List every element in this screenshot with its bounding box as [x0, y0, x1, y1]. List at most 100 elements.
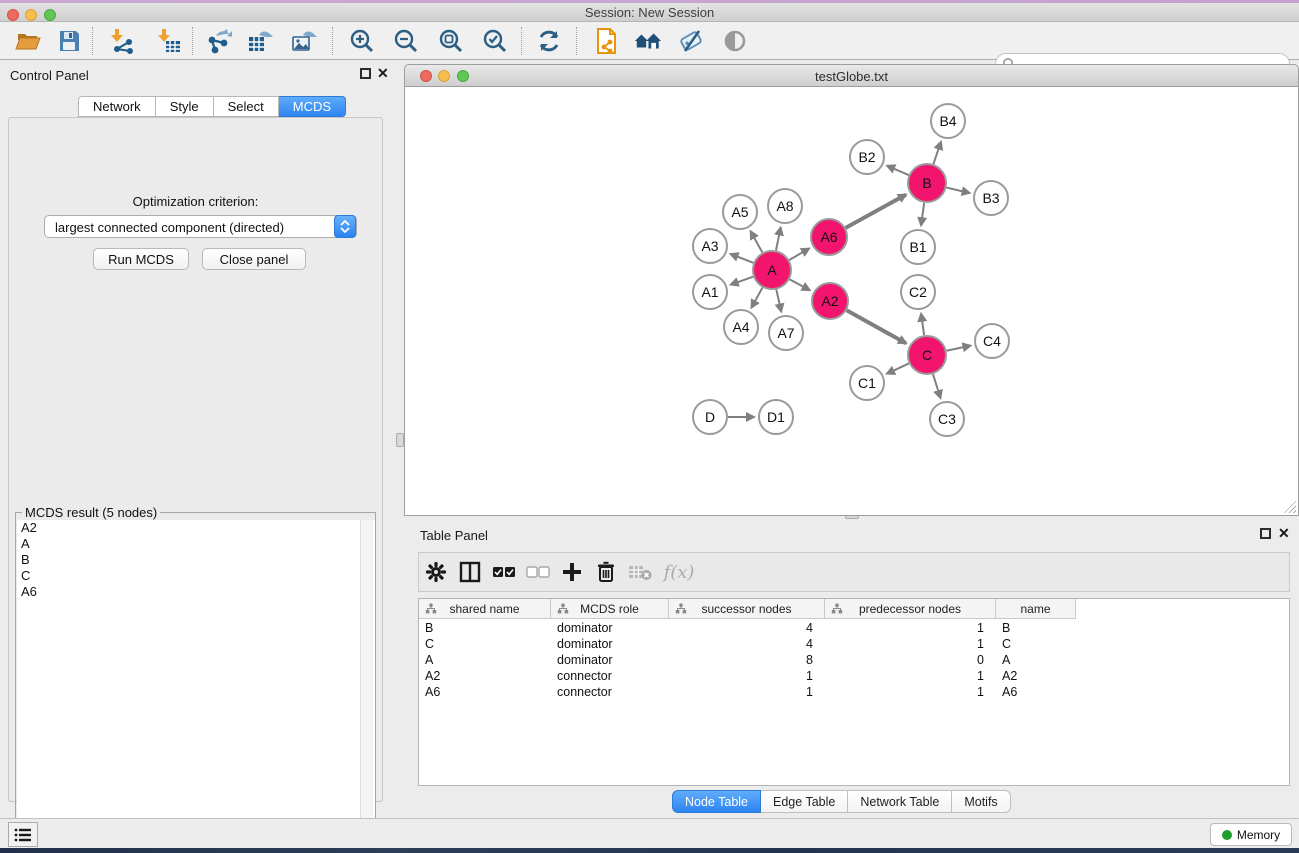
result-list-item[interactable]: C	[17, 568, 375, 584]
graph-node-label-B: B	[922, 175, 931, 191]
mcds-result-title: MCDS result (5 nodes)	[22, 505, 160, 520]
cell-successor-nodes: 1	[669, 684, 813, 700]
table-row[interactable]: Adominator80A	[419, 652, 1076, 668]
graph-edge-C-C3[interactable]	[933, 374, 940, 398]
tab-network-table[interactable]: Network Table	[848, 790, 952, 813]
result-list-item[interactable]: A	[17, 536, 375, 552]
tab-network[interactable]: Network	[78, 96, 156, 117]
cell-name: B	[1002, 620, 1072, 636]
table-row[interactable]: A2connector11A2	[419, 668, 1076, 684]
task-history-button[interactable]	[8, 822, 38, 847]
graph-edge-C-C4[interactable]	[947, 346, 971, 351]
control-panel-header: Control Panel ✕	[0, 60, 390, 90]
graph-edge-A-A3[interactable]	[731, 254, 754, 263]
tab-node-table[interactable]: Node Table	[672, 790, 761, 813]
result-list-item[interactable]: A6	[17, 584, 375, 600]
deselect-all-checkboxes-icon[interactable]	[521, 557, 555, 587]
graph-edge-A-A7[interactable]	[776, 290, 781, 312]
graph-node-label-C3: C3	[938, 411, 956, 427]
memory-button[interactable]: Memory	[1210, 823, 1292, 846]
column-label: shared name	[449, 602, 519, 616]
zoom-in-icon[interactable]	[348, 27, 376, 55]
import-network-icon[interactable]	[108, 27, 136, 55]
tab-mcds[interactable]: MCDS	[279, 96, 346, 117]
close-panel-button[interactable]: Close panel	[202, 248, 306, 270]
table-row[interactable]: A6connector11A6	[419, 684, 1076, 700]
column-namespace-icon	[831, 603, 843, 615]
graph-node-label-D1: D1	[767, 409, 785, 425]
cell-successor-nodes: 1	[669, 668, 813, 684]
vertical-split-handle[interactable]	[396, 433, 404, 447]
graph-edge-A-A5[interactable]	[751, 231, 763, 252]
graph-edge-A-A2[interactable]	[790, 279, 810, 290]
cell-predecessor-nodes: 0	[825, 652, 984, 668]
table-settings-gear-icon[interactable]	[419, 557, 453, 587]
result-list-scrollbar[interactable]	[360, 520, 373, 848]
network-canvas[interactable]: B4B2BB3A8A5A6A3B1AC2A1A2A4A7C4CC1C3DD1	[404, 87, 1299, 516]
mcds-result-list: A2 A B C A6	[17, 520, 375, 848]
save-session-icon[interactable]	[55, 27, 83, 55]
window-resize-grip-icon[interactable]	[1284, 501, 1296, 513]
home-icon[interactable]	[634, 27, 662, 55]
control-panel: Control Panel ✕ Network Style Select MCD…	[0, 60, 390, 818]
graph-edge-A6-B[interactable]	[846, 195, 906, 228]
network-document-icon[interactable]	[592, 27, 620, 55]
tab-motifs[interactable]: Motifs	[952, 790, 1010, 813]
export-network-icon[interactable]	[205, 27, 233, 55]
zoom-selected-icon[interactable]	[481, 27, 509, 55]
toggle-columns-icon[interactable]	[453, 557, 487, 587]
graph-edge-A-A6[interactable]	[789, 249, 809, 260]
import-table-icon[interactable]	[155, 27, 183, 55]
status-bar: Memory	[0, 818, 1299, 848]
graph-edge-C-C2[interactable]	[921, 314, 924, 335]
graph-edge-B-B1[interactable]	[921, 203, 924, 225]
float-panel-icon[interactable]	[360, 68, 371, 79]
criterion-select[interactable]: largest connected component (directed)	[44, 215, 357, 238]
table-row[interactable]: Cdominator41C	[419, 636, 1076, 652]
export-table-icon[interactable]	[246, 27, 274, 55]
graph-edge-A-A4[interactable]	[752, 288, 763, 308]
tab-edge-table[interactable]: Edge Table	[761, 790, 848, 813]
column-header-shared-name[interactable]: shared name	[419, 599, 551, 619]
network-graph[interactable]: B4B2BB3A8A5A6A3B1AC2A1A2A4A7C4CC1C3DD1	[405, 87, 1298, 514]
select-all-checkboxes-icon[interactable]	[487, 557, 521, 587]
add-column-icon[interactable]	[555, 557, 589, 587]
graph-node-label-B2: B2	[858, 149, 875, 165]
criterion-selected-value: largest connected component (directed)	[55, 220, 284, 235]
tab-select[interactable]: Select	[214, 96, 279, 117]
close-panel-icon[interactable]: ✕	[377, 65, 389, 82]
graph-edge-A2-C[interactable]	[847, 310, 906, 343]
graph-edge-A-A8[interactable]	[776, 228, 781, 251]
open-session-icon[interactable]	[14, 27, 42, 55]
graph-node-label-B3: B3	[982, 190, 999, 206]
table-row[interactable]: Bdominator41B	[419, 620, 1076, 636]
hide-labels-icon[interactable]	[677, 27, 705, 55]
export-image-icon[interactable]	[290, 27, 318, 55]
graph-node-label-B4: B4	[939, 113, 956, 129]
column-label: predecessor nodes	[859, 602, 961, 616]
graph-edge-B-B4[interactable]	[933, 142, 941, 164]
result-list-item[interactable]: B	[17, 552, 375, 568]
column-header-name[interactable]: name	[996, 599, 1076, 619]
graph-edge-B-B3[interactable]	[946, 188, 969, 193]
result-list-item[interactable]: A2	[17, 520, 375, 536]
cell-successor-nodes: 4	[669, 620, 813, 636]
close-panel-icon[interactable]: ✕	[1278, 525, 1290, 542]
graph-node-label-C1: C1	[858, 375, 876, 391]
zoom-fit-icon[interactable]	[437, 27, 465, 55]
zoom-out-icon[interactable]	[392, 27, 420, 55]
window-title: Session: New Session	[0, 5, 1299, 20]
float-panel-icon[interactable]	[1260, 528, 1271, 539]
apply-layout-icon[interactable]	[535, 27, 563, 55]
delete-column-trash-icon[interactable]	[589, 557, 623, 587]
graph-edge-B-B2[interactable]	[887, 166, 908, 175]
column-header-successor-nodes[interactable]: successor nodes	[669, 599, 825, 619]
column-header-mcds-role[interactable]: MCDS role	[551, 599, 669, 619]
show-graphics-details-eye-icon[interactable]	[721, 27, 749, 55]
list-icon	[14, 827, 32, 843]
column-header-predecessor-nodes[interactable]: predecessor nodes	[825, 599, 996, 619]
tab-style[interactable]: Style	[156, 96, 214, 117]
graph-edge-C-C1[interactable]	[887, 363, 909, 373]
run-mcds-button[interactable]: Run MCDS	[93, 248, 189, 270]
graph-edge-A-A1[interactable]	[731, 277, 753, 285]
